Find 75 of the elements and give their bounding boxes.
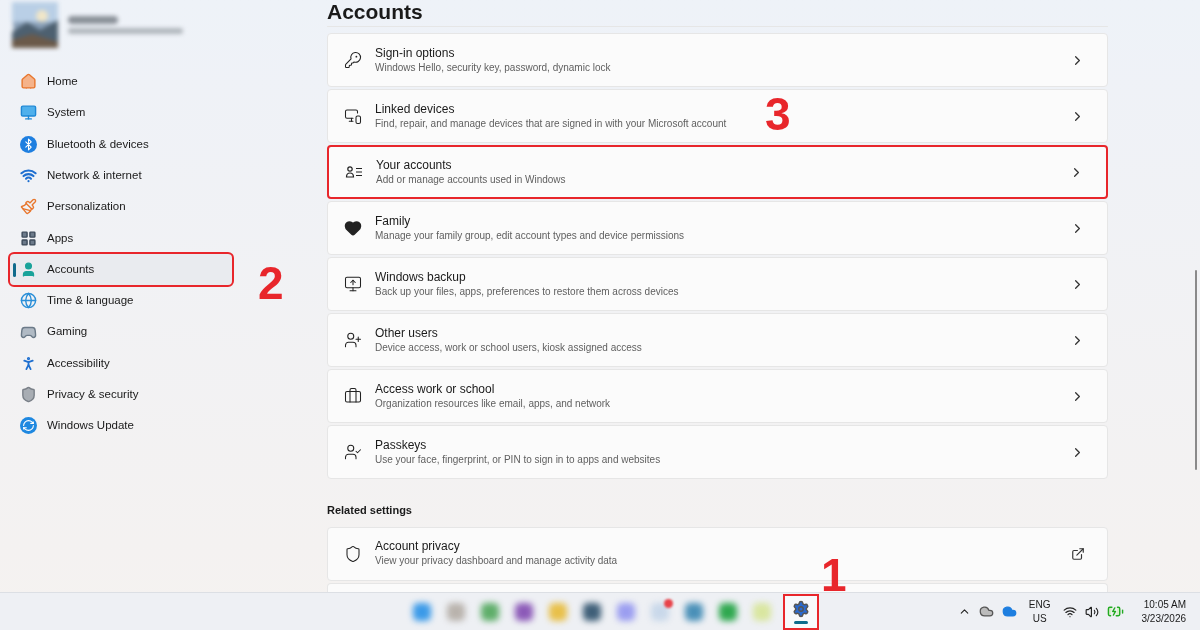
blurred-name — [68, 16, 118, 24]
sidebar-item[interactable]: Apps — [10, 222, 232, 254]
card-description: Windows Hello, security key, password, dynamic lock — [375, 60, 612, 75]
card-title: Other users — [375, 325, 439, 341]
sidebar-item[interactable]: Accounts — [10, 253, 232, 286]
sidebar-item[interactable]: Windows Update — [10, 410, 232, 442]
globe-icon — [20, 292, 37, 310]
briefcase-icon — [344, 387, 362, 405]
sidebar-item[interactable]: Personalization — [10, 191, 232, 223]
devices-icon — [344, 107, 362, 125]
user-check-icon — [344, 443, 362, 461]
selection-indicator — [13, 262, 16, 277]
sidebar-item[interactable]: Network & internet — [10, 159, 232, 192]
person-icon — [20, 260, 37, 278]
card-description: Back up your files, apps, preferences to restore them across devices — [375, 284, 680, 299]
card-description: View your privacy dashboard and manage activity data — [375, 554, 619, 568]
wifi-icon[interactable] — [1062, 604, 1077, 619]
monitor-icon — [20, 104, 37, 122]
accessibility-icon — [20, 354, 37, 372]
settings-taskbar-button[interactable] — [782, 593, 819, 630]
page-title: Accounts — [327, 0, 424, 25]
card-title: Access work or school — [375, 381, 496, 397]
sidebar-item[interactable]: Bluetooth & devices — [10, 128, 232, 160]
wifi-icon — [20, 167, 37, 185]
home-icon — [20, 73, 37, 91]
key-icon — [344, 51, 362, 69]
notification-badge — [663, 598, 673, 608]
sidebar-item[interactable]: Time & language — [10, 285, 232, 317]
settings-card[interactable]: Other users Device access, work or school users, kiosk assigned access — [327, 313, 1108, 367]
card-title: Account privacy — [375, 539, 461, 554]
bluetooth-icon — [20, 135, 37, 153]
section-heading: Related settings — [327, 503, 413, 518]
sidebar-item[interactable]: System — [10, 97, 232, 129]
paintbrush-icon — [20, 198, 37, 216]
card-description: Device access, work or school users, kiosk assigned access — [375, 340, 643, 355]
cloud-icon[interactable] — [1001, 604, 1017, 619]
sidebar-item[interactable]: Accessibility — [10, 347, 232, 379]
clock-date[interactable]: 3/23/2026 — [1141, 611, 1186, 626]
cloud-icon[interactable] — [978, 604, 994, 619]
card-title: Your accounts — [376, 157, 453, 173]
settings-card[interactable]: Sign-in options Windows Hello, security key, password, dynamic lock — [327, 33, 1108, 87]
settings-card[interactable]: Family Manage your family group, edit account types and device permissions — [327, 201, 1108, 255]
volume-icon[interactable] — [1084, 604, 1099, 619]
sidebar-item[interactable]: Gaming — [10, 316, 232, 348]
card-description: Find, repair, and manage devices that are signed in with your Microsoft account — [375, 116, 728, 131]
card-description: Add or manage accounts used in Windows — [376, 172, 567, 187]
active-indicator — [793, 620, 808, 624]
card-title: Windows backup — [375, 269, 467, 285]
settings-icon — [791, 599, 810, 618]
external-link-icon — [1071, 546, 1085, 561]
shield-icon — [344, 544, 362, 563]
card-description: Organization resources like email, apps, and network — [375, 396, 612, 411]
apps-grid-icon — [20, 229, 37, 247]
person-list-icon — [345, 163, 363, 181]
card-title: Passkeys — [375, 437, 428, 453]
card-title: Family — [375, 213, 412, 229]
shield-icon — [20, 386, 37, 404]
language-label[interactable]: ENG — [1028, 597, 1051, 612]
user-add-icon — [344, 331, 362, 349]
card-description: Use your face, fingerprint, or PIN to sign in to apps and websites — [375, 452, 662, 467]
card-title: Sign-in options — [375, 45, 456, 61]
settings-card[interactable]: Your accounts Add or manage accounts used in Windows — [327, 145, 1108, 199]
heart-icon — [344, 219, 362, 237]
step-number: 2 — [258, 259, 284, 306]
sidebar-item[interactable]: Privacy & security — [10, 378, 232, 411]
step-number: 3 — [765, 91, 791, 137]
sidebar-item[interactable]: Home — [10, 66, 232, 98]
settings-card[interactable]: Passkeys Use your face, fingerprint, or PIN to sign in to apps and websites — [327, 425, 1108, 479]
settings-card[interactable]: Windows backup Back up your files, apps, preferences to restore them across devices — [327, 257, 1108, 311]
monitor-upload-icon — [344, 275, 362, 293]
region-label[interactable]: US — [1032, 611, 1047, 626]
card-description: Manage your family group, edit account types and device permissions — [375, 228, 686, 243]
settings-card[interactable]: Access work or school Organization resources like email, apps, and network — [327, 369, 1108, 423]
clock-time[interactable]: 10:05 AM — [1143, 597, 1186, 612]
update-icon — [20, 417, 37, 435]
